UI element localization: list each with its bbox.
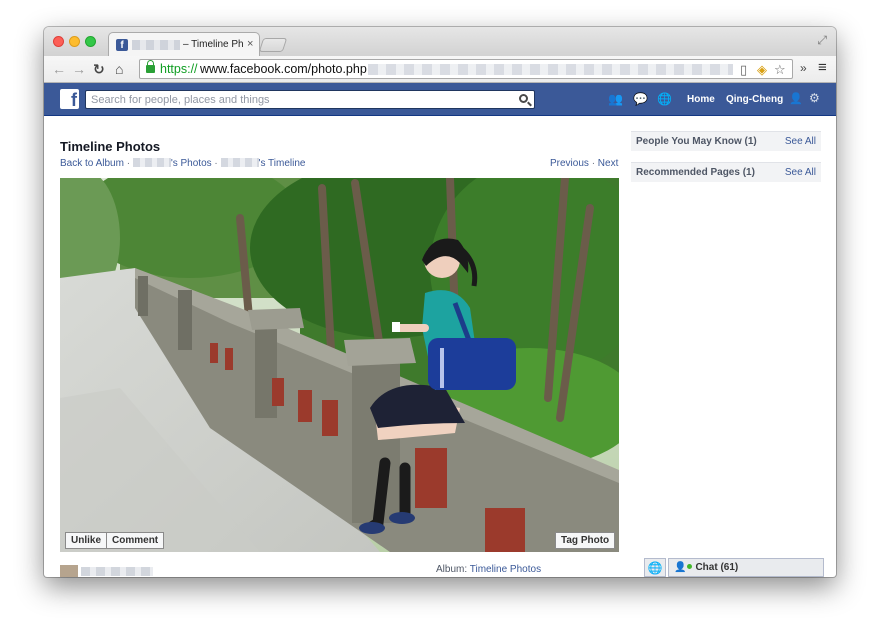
search-input[interactable] [85,90,535,109]
facebook-header: f 👥 💬 🌐 Home Qing-Cheng 👤 ⚙ [44,83,836,116]
page-title: Timeline Photos [60,139,161,154]
extensions-overflow-icon[interactable]: » [800,61,807,75]
recommended-pages-title: Recommended Pages (1) [636,167,755,178]
photo-illustration [60,178,619,552]
online-dot-icon [687,564,693,569]
search-icon[interactable] [519,94,528,103]
find-friends-icon[interactable]: 👤 [789,92,803,105]
chat-sidebar-button[interactable]: 👤 Chat (61) [668,558,824,577]
facebook-logo-icon[interactable]: f [60,89,79,109]
browser-window: f – Timeline Ph × ⤢ ← → ↻ ⌂ https:// www… [44,27,836,577]
facebook-favicon-icon: f [116,39,128,51]
owner-photos-link[interactable]: 's Photos [171,158,212,169]
people-you-may-know-title: People You May Know (1) [636,136,757,147]
album-label: Album: [436,564,468,575]
notifications-globe-icon[interactable]: 🌐 [657,92,672,106]
pages-see-all-link[interactable]: See All [785,167,816,178]
new-tab-button[interactable] [258,38,288,52]
bookmark-star-icon[interactable]: ☆ [774,62,786,78]
extension-icon[interactable]: ◈ [757,62,767,78]
url-scheme: https:// [160,62,198,76]
forward-icon[interactable]: → [72,61,86,77]
next-link[interactable]: Next [598,158,619,169]
window-zoom-button[interactable] [85,36,96,47]
menu-icon[interactable]: ≡ [818,59,827,76]
window-close-button[interactable] [53,36,64,47]
reload-icon[interactable]: ↻ [93,61,105,78]
chat-user-icon: 👤 [674,562,687,573]
main-photo[interactable] [60,178,619,552]
fullscreen-icon[interactable]: ⤢ [817,33,827,48]
comment-button[interactable]: Comment [107,532,165,549]
chat-options-globe-icon[interactable]: 🌐 [644,558,666,577]
tab-close-icon[interactable]: × [247,38,253,50]
recommended-pages-box: Recommended Pages (1) See All [631,162,821,182]
friend-requests-icon[interactable]: 👥 [608,92,623,106]
redacted-owner-name [220,158,259,167]
redacted-owner-name [81,567,153,576]
address-bar[interactable]: https:// www.facebook.com/photo.php ▯ ◈ … [139,59,793,79]
redacted-url-query [368,64,733,75]
previous-link[interactable]: Previous [550,158,589,169]
avatar[interactable] [60,565,78,577]
breadcrumb: Back to Album · 's Photos · 's Timeline [60,158,305,169]
photo-pager: Previous · Next [550,158,618,169]
redacted-tab-text [132,40,180,50]
people-see-all-link[interactable]: See All [785,136,816,147]
url-host: www.facebook.com/photo.php [200,62,367,76]
tab-strip: f – Timeline Ph × ⤢ [44,27,836,56]
reader-icon[interactable]: ▯ [740,62,747,78]
album-link[interactable]: Timeline Photos [470,564,541,575]
profile-link[interactable]: Qing-Cheng [726,94,783,105]
back-icon[interactable]: ← [52,61,66,77]
unlike-button[interactable]: Unlike [65,532,108,549]
lock-icon [146,60,155,73]
messages-icon[interactable]: 💬 [633,92,648,106]
people-you-may-know-box: People You May Know (1) See All [631,131,821,151]
tab-title: – Timeline Ph [183,39,243,50]
back-to-album-link[interactable]: Back to Album [60,158,124,169]
browser-tab[interactable]: f – Timeline Ph × [108,32,260,56]
browser-toolbar: ← → ↻ ⌂ https:// www.facebook.com/photo.… [44,56,836,83]
tag-photo-button[interactable]: Tag Photo [555,532,616,549]
redacted-owner-name [132,158,171,167]
photo-action-buttons: Unlike Comment [65,532,165,549]
chat-label: Chat (61) [695,562,739,573]
home-icon[interactable]: ⌂ [115,61,123,77]
window-minimize-button[interactable] [69,36,80,47]
owner-timeline-link[interactable]: 's Timeline [259,158,306,169]
settings-gear-icon[interactable]: ⚙ [809,91,820,105]
home-link[interactable]: Home [687,94,715,105]
album-info: Album: Timeline Photos [436,564,541,575]
